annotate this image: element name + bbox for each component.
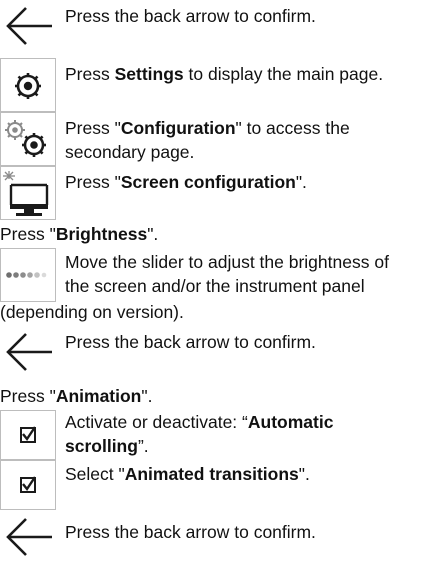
step-text: Press "Animation". — [0, 386, 153, 406]
step-text: Press "Configuration" to access the seco… — [65, 118, 350, 162]
step-text: Press the back arrow to confirm. — [65, 6, 316, 26]
step-text: Select "Animated transitions". — [65, 464, 310, 484]
configuration-gears-icon — [0, 112, 56, 166]
checkbox-icon — [0, 460, 56, 510]
step-text: Press the back arrow to confirm. — [65, 522, 316, 542]
back-arrow-icon — [0, 510, 56, 563]
screen-brightness-icon — [0, 166, 56, 220]
settings-gear-icon — [0, 58, 56, 112]
step-text: Press "Screen configuration". — [65, 172, 307, 192]
step-text: (depending on version). — [0, 302, 184, 322]
back-arrow-icon — [0, 326, 56, 378]
step-text: Activate or deactivate: “Automatic scrol… — [65, 412, 334, 456]
step-text: Press Settings to display the main page. — [65, 64, 384, 84]
brightness-slider-icon — [0, 248, 56, 302]
step-text: Press the back arrow to confirm. — [65, 332, 316, 352]
step-text: Press "Brightness". — [0, 224, 159, 244]
back-arrow-icon — [0, 0, 56, 52]
step-text: Move the slider to adjust the brightness… — [65, 252, 389, 296]
checkbox-icon — [0, 410, 56, 460]
